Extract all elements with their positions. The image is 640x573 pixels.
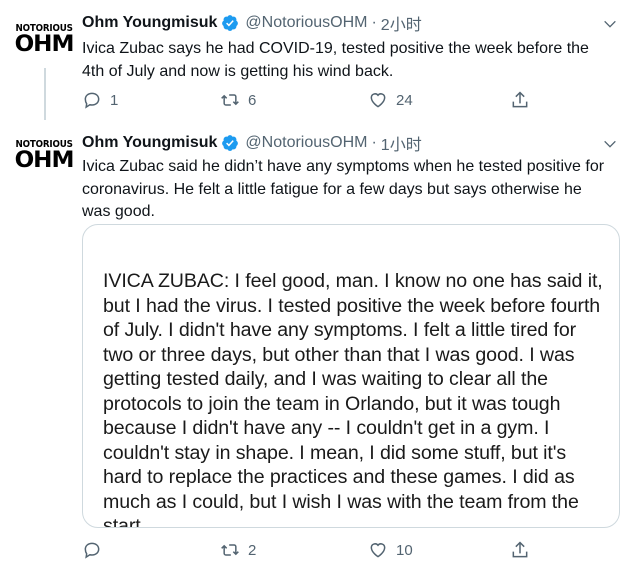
author-handle[interactable]: @NotoriousOHM: [245, 134, 367, 152]
retweet-button[interactable]: 6: [220, 90, 256, 110]
tweet-actions: 2 10: [80, 540, 540, 562]
separator-dot: ·: [371, 14, 377, 31]
avatar-line2: OHM: [14, 148, 75, 173]
author-handle[interactable]: @NotoriousOHM: [245, 14, 367, 32]
retweet-button[interactable]: 2: [220, 540, 256, 560]
retweet-count: 6: [248, 91, 257, 109]
reply-icon: [84, 92, 100, 109]
reply-count: 1: [110, 91, 119, 109]
image-quote-text: IVICA ZUBAC: I feel good, man. I know no…: [103, 270, 603, 528]
like-button[interactable]: 24: [368, 90, 413, 110]
author-name[interactable]: Ohm Youngmisuk: [82, 134, 217, 152]
separator-dot: ·: [371, 134, 377, 151]
retweet-icon: [221, 544, 239, 556]
like-count: 24: [396, 91, 413, 109]
reply-button[interactable]: 1: [82, 90, 118, 110]
share-button[interactable]: [510, 540, 530, 560]
share-icon: [512, 541, 528, 558]
like-icon: [370, 93, 386, 108]
reply-button[interactable]: [82, 540, 110, 560]
author-name[interactable]: Ohm Youngmisuk: [82, 14, 217, 32]
retweet-icon: [221, 94, 239, 106]
retweet-count: 2: [248, 541, 257, 559]
like-icon: [370, 543, 386, 558]
verified-badge-icon: [222, 135, 239, 151]
share-button[interactable]: [510, 90, 530, 110]
tweet-header: Ohm Youngmisuk @NotoriousOHM · 2小时: [82, 12, 422, 34]
tweet-actions: 1 6 24: [80, 90, 540, 112]
chevron-down-icon[interactable]: [602, 16, 618, 32]
chevron-down-icon[interactable]: [602, 136, 618, 152]
tweet-time[interactable]: 1小时: [381, 131, 422, 155]
like-button[interactable]: 10: [368, 540, 413, 560]
avatar[interactable]: NOTORIOUS OHM: [15, 140, 75, 182]
reply-icon: [84, 542, 100, 559]
like-count: 10: [396, 541, 413, 559]
verified-badge-icon: [222, 15, 239, 31]
share-icon: [512, 91, 528, 108]
thread-connector: [44, 68, 46, 120]
avatar[interactable]: NOTORIOUS OHM: [15, 24, 75, 66]
avatar-line2: OHM: [14, 32, 75, 57]
tweet-header: Ohm Youngmisuk @NotoriousOHM · 1小时: [82, 132, 422, 154]
tweet-text: Ivica Zubac says he had COVID-19, tested…: [82, 40, 589, 80]
quote-image-card[interactable]: IVICA ZUBAC: I feel good, man. I know no…: [82, 224, 620, 528]
tweet-text: Ivica Zubac said he didn’t have any symp…: [82, 158, 605, 220]
tweet-time[interactable]: 2小时: [381, 11, 422, 35]
